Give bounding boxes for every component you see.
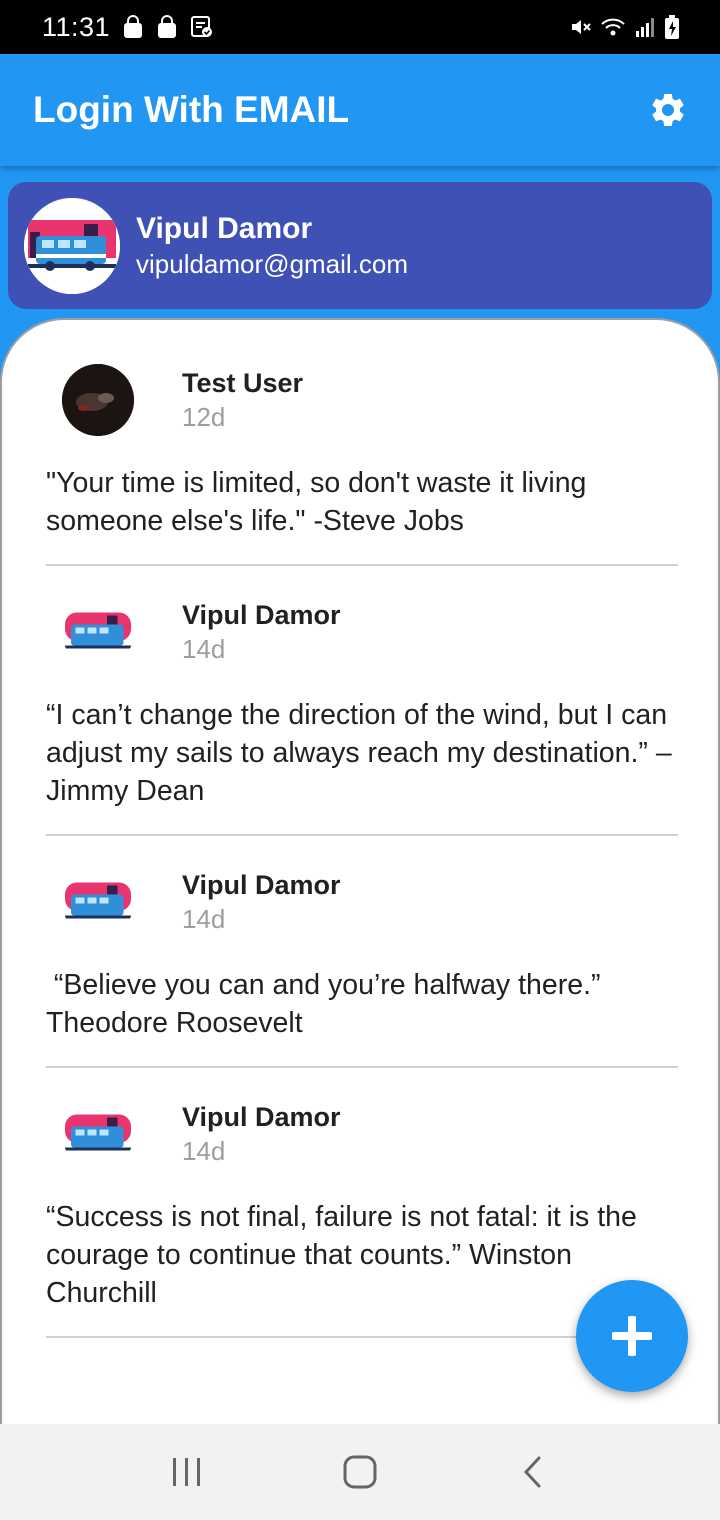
post-time: 14d bbox=[182, 634, 226, 664]
shopping-bag-icon bbox=[156, 15, 178, 39]
signal-icon bbox=[634, 15, 656, 39]
home-button[interactable] bbox=[330, 1442, 390, 1502]
clipboard-check-icon bbox=[190, 15, 214, 39]
post-username: Vipul Damor bbox=[182, 600, 341, 630]
settings-button[interactable] bbox=[644, 86, 692, 134]
battery-charging-icon bbox=[664, 14, 680, 40]
list-item[interactable]: Test User 12d "Your time is limited, so … bbox=[46, 364, 678, 566]
recent-apps-button[interactable] bbox=[157, 1442, 217, 1502]
profile-email: vipuldamor@gmail.com bbox=[136, 248, 409, 279]
avatar bbox=[62, 866, 134, 938]
add-post-button[interactable] bbox=[576, 1280, 688, 1392]
system-nav-bar bbox=[0, 1424, 720, 1520]
list-item[interactable]: Vipul Damor 14d “I can’t change the dire… bbox=[46, 596, 678, 836]
shopping-bag-icon bbox=[122, 15, 144, 39]
back-icon bbox=[524, 1456, 541, 1488]
post-time: 12d bbox=[182, 402, 226, 432]
recent-apps-icon bbox=[172, 1458, 200, 1486]
plus-icon bbox=[612, 1316, 652, 1356]
profile-header: Vipul Damor vipuldamor@gmail.com bbox=[8, 182, 712, 309]
list-item[interactable]: Vipul Damor 14d “Success is not final, f… bbox=[46, 1098, 678, 1338]
post-username: Vipul Damor bbox=[182, 1102, 341, 1132]
avatar[interactable] bbox=[24, 197, 120, 294]
avatar bbox=[62, 1098, 134, 1170]
post-quote: “Believe you can and you’re halfway ther… bbox=[46, 969, 608, 1039]
gear-icon bbox=[652, 94, 684, 126]
home-icon bbox=[343, 1455, 377, 1489]
back-button[interactable] bbox=[503, 1442, 563, 1502]
list-item[interactable]: Vipul Damor 14d “Believe you can and you… bbox=[46, 866, 678, 1068]
mute-icon bbox=[568, 15, 592, 39]
avatar bbox=[62, 364, 134, 436]
post-quote: "Your time is limited, so don't waste it… bbox=[46, 467, 595, 537]
post-time: 14d bbox=[182, 904, 226, 934]
wifi-icon bbox=[600, 15, 626, 39]
feed-list[interactable]: Test User 12d "Your time is limited, so … bbox=[0, 318, 720, 1424]
app-title: Login With EMAIL bbox=[33, 89, 350, 130]
post-username: Vipul Damor bbox=[182, 870, 341, 900]
post-username: Test User bbox=[182, 368, 304, 398]
status-bar: 11:31 bbox=[0, 0, 720, 54]
post-quote: “I can’t change the direction of the win… bbox=[46, 699, 680, 807]
avatar bbox=[62, 596, 134, 668]
profile-name: Vipul Damor bbox=[136, 211, 313, 245]
status-time: 11:31 bbox=[42, 11, 111, 42]
app-bar: Login With EMAIL bbox=[0, 54, 720, 166]
post-time: 14d bbox=[182, 1136, 226, 1166]
